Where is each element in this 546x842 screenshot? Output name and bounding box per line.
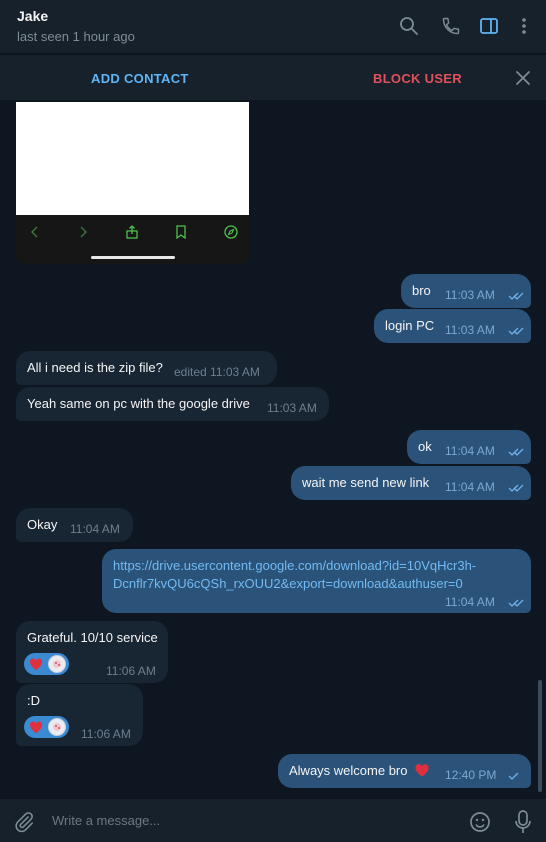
bookmark-icon <box>171 222 191 242</box>
message-bubble-incoming[interactable]: :D 11:06 AM <box>16 684 143 746</box>
emoji-icon[interactable] <box>469 811 491 833</box>
image-message[interactable] <box>16 102 249 264</box>
message-text: login PC <box>385 318 435 333</box>
message-bubble-incoming[interactable]: Yeah same on pc with the google drive 11… <box>16 387 329 421</box>
forward-arrow-icon <box>73 222 93 242</box>
message-time: 11:03 AM <box>445 288 495 302</box>
double-check-icon <box>508 324 525 339</box>
avatar <box>48 718 66 736</box>
message-bubble-outgoing[interactable]: ok 11:04 AM <box>407 430 531 464</box>
close-icon[interactable] <box>513 68 533 88</box>
avatar <box>48 655 66 673</box>
message-text: Okay <box>27 517 58 532</box>
message-time: 11:03 AM <box>445 323 495 337</box>
message-time: 11:06 AM <box>81 727 131 741</box>
back-arrow-icon <box>25 222 45 242</box>
heart-icon <box>28 656 44 672</box>
scrollbar[interactable] <box>538 680 542 792</box>
message-bubble-outgoing[interactable]: bro 11:03 AM <box>401 274 531 308</box>
heart-icon <box>28 719 44 735</box>
chat-header: Jake last seen 1 hour ago <box>0 0 546 54</box>
single-check-icon <box>508 769 520 784</box>
message-list[interactable]: bro 11:03 AM login PC 11:03 AM All i nee… <box>0 102 546 798</box>
add-contact-button[interactable]: ADD CONTACT <box>91 71 189 86</box>
search-icon[interactable] <box>397 14 421 38</box>
message-text: ok <box>418 439 432 454</box>
message-input[interactable]: Write a message... <box>52 813 160 828</box>
share-icon <box>122 222 142 242</box>
message-bubble-outgoing[interactable]: wait me send new link 11:04 AM <box>291 466 531 500</box>
message-composer: Write a message... <box>0 798 546 842</box>
download-link[interactable]: https://drive.usercontent.google.com/dow… <box>113 557 476 575</box>
more-vertical-icon[interactable] <box>512 14 536 38</box>
message-text: bro <box>412 283 431 298</box>
message-time: 11:04 AM <box>445 480 495 494</box>
message-time: 12:40 PM <box>445 768 497 782</box>
microphone-icon[interactable] <box>513 809 533 835</box>
message-bubble-incoming[interactable]: Okay 11:04 AM <box>16 508 133 542</box>
double-check-icon <box>508 481 525 496</box>
message-text: Yeah same on pc with the google drive <box>27 396 250 411</box>
message-time: edited 11:03 AM <box>174 365 260 379</box>
message-time: 11:06 AM <box>106 664 156 678</box>
reaction-chip[interactable] <box>24 716 69 738</box>
heart-emoji-icon <box>414 762 430 778</box>
double-check-icon <box>508 596 525 611</box>
message-bubble-outgoing-link[interactable]: https://drive.usercontent.google.com/dow… <box>102 549 531 613</box>
sidebar-toggle-icon[interactable] <box>477 14 501 38</box>
message-time: 11:04 AM <box>445 444 495 458</box>
message-text: All i need is the zip file? <box>27 360 163 375</box>
message-text: Grateful. 10/10 service <box>27 630 158 645</box>
message-text: :D <box>27 693 40 708</box>
double-check-icon <box>508 289 525 304</box>
message-bubble-incoming[interactable]: All i need is the zip file? edited 11:03… <box>16 351 277 385</box>
message-text: wait me send new link <box>302 475 430 490</box>
message-bubble-incoming[interactable]: Grateful. 10/10 service 11:06 AM <box>16 621 168 683</box>
screenshot-content <box>16 102 249 215</box>
reaction-chip[interactable] <box>24 653 69 675</box>
paperclip-icon[interactable] <box>13 811 35 833</box>
message-bubble-outgoing[interactable]: Always welcome bro 12:40 PM <box>278 754 531 788</box>
contact-name[interactable]: Jake <box>17 8 48 24</box>
last-seen-status: last seen 1 hour ago <box>17 29 135 44</box>
block-user-button[interactable]: BLOCK USER <box>373 71 462 86</box>
contact-action-bar: ADD CONTACT BLOCK USER <box>0 55 546 101</box>
home-indicator <box>91 256 175 259</box>
message-time: 11:03 AM <box>267 401 317 415</box>
download-link-continued[interactable]: Dcnflr7kvQU6cQSh_rxOUU2&export=download&… <box>113 575 463 593</box>
message-time: 11:04 AM <box>445 595 495 609</box>
phone-icon[interactable] <box>439 14 463 38</box>
double-check-icon <box>508 445 525 460</box>
compass-icon <box>221 222 241 242</box>
message-time: 11:04 AM <box>70 522 120 536</box>
message-bubble-outgoing[interactable]: login PC 11:03 AM <box>374 309 531 343</box>
message-text: Always welcome bro <box>289 763 408 778</box>
